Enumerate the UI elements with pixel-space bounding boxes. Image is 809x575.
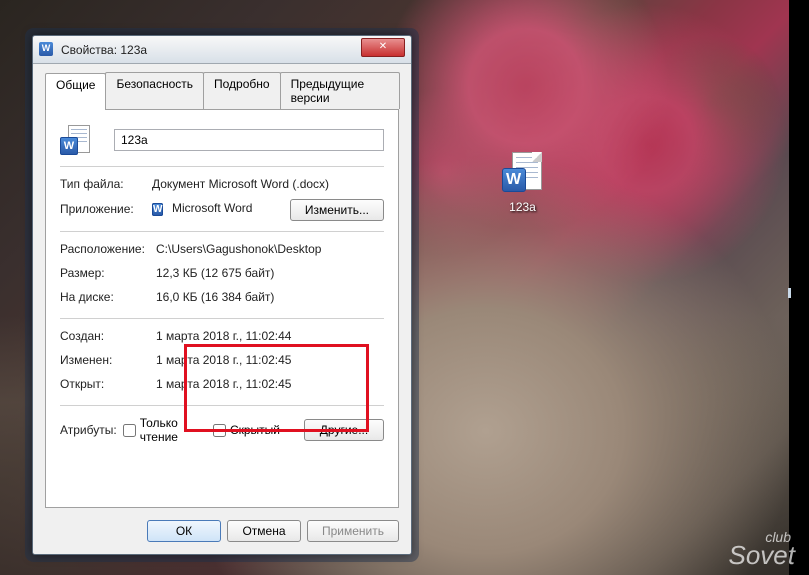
location-label: Расположение: — [60, 242, 156, 256]
word-document-icon: W — [39, 42, 55, 58]
app-value: WMicrosoft Word — [152, 201, 252, 217]
apply-button[interactable]: Применить — [307, 520, 399, 542]
window-title: Свойства: 123а — [61, 43, 361, 57]
separator — [60, 318, 384, 319]
tab-previous-versions[interactable]: Предыдущие версии — [280, 72, 400, 109]
attributes-label: Атрибуты: — [60, 423, 117, 437]
created-label: Создан: — [60, 329, 156, 343]
word-document-icon: W — [500, 150, 546, 196]
desktop-file-label: 123а — [485, 200, 560, 214]
modified-label: Изменен: — [60, 353, 156, 367]
titlebar[interactable]: W Свойства: 123а ✕ — [33, 36, 411, 64]
tab-details[interactable]: Подробно — [203, 72, 281, 109]
tab-strip: Общие Безопасность Подробно Предыдущие в… — [45, 72, 399, 110]
filetype-label: Тип файла: — [60, 177, 152, 191]
tab-panel-general: W Тип файла: Документ Microsoft Word (.d… — [45, 110, 399, 508]
modified-value: 1 марта 2018 г., 11:02:45 — [156, 353, 291, 367]
cancel-button[interactable]: Отмена — [227, 520, 301, 542]
size-on-disk-value: 16,0 КБ (16 384 байт) — [156, 290, 274, 304]
tab-security[interactable]: Безопасность — [105, 72, 204, 109]
tab-general[interactable]: Общие — [45, 73, 106, 110]
accessed-label: Открыт: — [60, 377, 156, 391]
readonly-checkbox[interactable]: Только чтение — [123, 416, 189, 444]
word-document-icon: W — [60, 124, 92, 156]
hidden-checkbox-input[interactable] — [213, 424, 226, 437]
right-black-strip — [789, 0, 809, 575]
size-value: 12,3 КБ (12 675 байт) — [156, 266, 274, 280]
separator — [60, 231, 384, 232]
app-label: Приложение: — [60, 202, 152, 216]
word-app-icon: W — [152, 201, 168, 217]
size-on-disk-label: На диске: — [60, 290, 156, 304]
close-button[interactable]: ✕ — [361, 38, 405, 57]
created-value: 1 марта 2018 г., 11:02:44 — [156, 329, 291, 343]
dialog-footer: ОК Отмена Применить — [45, 508, 399, 542]
filename-input[interactable] — [114, 129, 384, 151]
desktop-file-icon[interactable]: W 123а — [485, 150, 560, 214]
ok-button[interactable]: ОК — [147, 520, 221, 542]
filetype-value: Документ Microsoft Word (.docx) — [152, 177, 329, 191]
side-marker — [788, 288, 791, 298]
advanced-attributes-button[interactable]: Другие... — [304, 419, 384, 441]
accessed-value: 1 марта 2018 г., 11:02:45 — [156, 377, 291, 391]
readonly-checkbox-input[interactable] — [123, 424, 136, 437]
change-app-button[interactable]: Изменить... — [290, 199, 384, 221]
properties-dialog: W Свойства: 123а ✕ Общие Безопасность По… — [32, 35, 412, 555]
readonly-label: Только чтение — [140, 416, 189, 444]
location-value: C:\Users\Gagushonok\Desktop — [156, 242, 321, 256]
size-label: Размер: — [60, 266, 156, 280]
hidden-checkbox[interactable]: Скрытый — [213, 423, 280, 437]
hidden-label: Скрытый — [230, 423, 280, 437]
separator — [60, 405, 384, 406]
separator — [60, 166, 384, 167]
